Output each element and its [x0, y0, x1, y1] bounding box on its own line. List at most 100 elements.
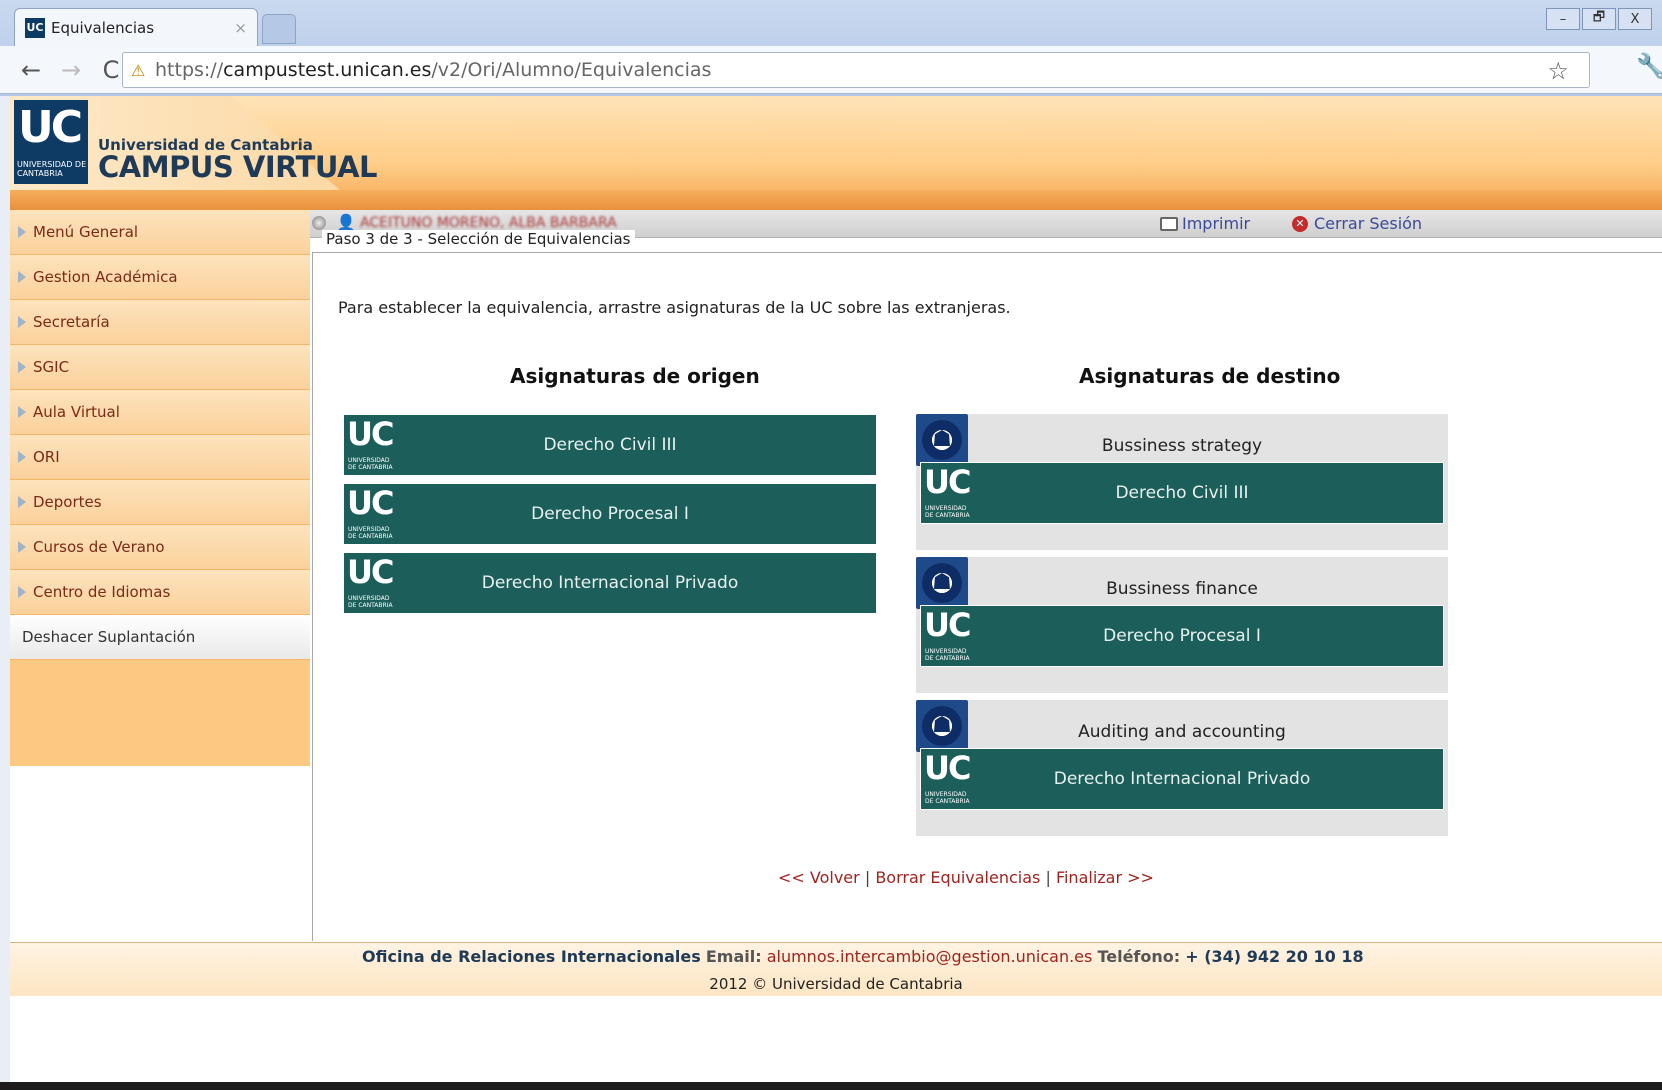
sidebar-item-label: Gestion Académica	[33, 268, 178, 286]
arrow-right-icon	[18, 226, 26, 238]
separator: |	[864, 868, 871, 887]
new-tab-button[interactable]	[262, 14, 296, 44]
subject-label: Derecho Civil III	[543, 435, 677, 455]
print-label: Imprimir	[1182, 214, 1251, 233]
restore-button[interactable]: 🗗	[1582, 8, 1616, 30]
sidebar-item-ori[interactable]: ORI	[10, 435, 310, 480]
status-dot-icon	[312, 216, 326, 230]
finish-link[interactable]: Finalizar >>	[1056, 868, 1154, 887]
sidebar-item-deshacer-suplantacion[interactable]: Deshacer Suplantación	[10, 615, 310, 660]
wrench-icon[interactable]: 🔧	[1636, 52, 1662, 80]
site-footer: Oficina de Relaciones Internacionales Em…	[10, 942, 1662, 996]
sidebar-item-label: SGIC	[33, 358, 70, 376]
destination-title: Asignaturas de destino	[1079, 364, 1341, 388]
phone-number: + (34) 942 20 10 18	[1185, 947, 1364, 966]
destination-subject-box[interactable]: ☗ Bussiness finance UC UNIVERSIDAD DE CAN…	[916, 557, 1448, 693]
close-circle-icon: ✕	[1292, 215, 1308, 232]
email-label: Email:	[705, 947, 762, 966]
tab-title: Equivalencias	[51, 18, 155, 37]
sidebar-item-label: Centro de Idiomas	[33, 583, 171, 601]
print-link[interactable]: Imprimir	[1160, 214, 1250, 233]
subject-label: Derecho Civil III	[1115, 483, 1249, 503]
footer-contact: Oficina de Relaciones Internacionales Em…	[362, 947, 1364, 966]
arrow-right-icon	[18, 316, 26, 328]
step-legend: Paso 3 de 3 - Selección de Equivalencias	[322, 230, 635, 248]
copyright: 2012 © Universidad de Cantabria	[709, 975, 963, 993]
assigned-uc-subject-card[interactable]: UC UNIVERSIDAD DE CANTABRIA Derecho Proce…	[920, 605, 1444, 667]
subject-label: Derecho Procesal I	[1103, 626, 1261, 646]
arrow-right-icon	[18, 361, 26, 373]
window-left-edge	[0, 96, 10, 1082]
browser-chrome: UC Equivalencias × – 🗗 X ← → C ⚠ https:/…	[0, 0, 1662, 96]
minimize-button[interactable]: –	[1546, 8, 1580, 30]
sidebar-item-secretaria[interactable]: Secretaría	[10, 300, 310, 345]
sidebar-item-label: Menú General	[33, 223, 139, 241]
foreign-subject-label: Bussiness strategy	[1101, 436, 1263, 456]
assigned-uc-subject-card[interactable]: UC UNIVERSIDAD DE CANTABRIA Derecho Inter…	[920, 748, 1444, 810]
arrow-right-icon	[18, 451, 26, 463]
email-link[interactable]: alumnos.intercambio@gestion.unican.es	[767, 947, 1093, 966]
sidebar-item-label: Deshacer Suplantación	[22, 628, 196, 646]
sidebar-item-gestion-academica[interactable]: Gestion Académica	[10, 255, 310, 300]
sidebar-item-sgic[interactable]: SGIC	[10, 345, 310, 390]
logout-link[interactable]: ✕ Cerrar Sesión	[1292, 214, 1422, 233]
tab-close-icon[interactable]: ×	[234, 19, 247, 37]
warning-lock-icon: ⚠	[131, 61, 146, 80]
address-bar[interactable]: ⚠ https://campustest.unican.es/v2/Ori/Al…	[122, 52, 1590, 88]
subject-label: Derecho Internacional Privado	[1053, 769, 1311, 789]
foreign-subject-label: Auditing and accounting	[1078, 722, 1286, 742]
arrow-right-icon	[18, 586, 26, 598]
sidebar-item-centro-idiomas[interactable]: Centro de Idiomas	[10, 570, 310, 615]
separator: |	[1045, 868, 1051, 887]
uc-logo[interactable]: UC UNIVERSIDAD DE CANTABRIA	[14, 100, 88, 184]
arrow-right-icon	[18, 496, 26, 508]
window-controls: – 🗗 X	[1546, 8, 1652, 30]
header-strip	[10, 190, 1662, 210]
uc-favicon-icon: UC	[25, 17, 45, 38]
reload-icon[interactable]: C	[98, 56, 124, 84]
user-name: ACEITUNO MORENO, ALBA BARBARA	[360, 215, 617, 231]
sidebar-item-label: Cursos de Verano	[33, 538, 165, 556]
printer-icon	[1160, 216, 1178, 231]
taskbar	[0, 1082, 1662, 1090]
destination-subject-box[interactable]: ☗ Auditing and accounting UC UNIVERSIDAD …	[916, 700, 1448, 836]
close-window-button[interactable]: X	[1618, 8, 1652, 30]
sidebar-item-cursos-verano[interactable]: Cursos de Verano	[10, 525, 310, 570]
subject-label: Derecho Internacional Privado	[481, 573, 739, 593]
sidebar-item-label: Secretaría	[33, 313, 110, 331]
instructions-text: Para establecer la equivalencia, arrastr…	[338, 298, 1011, 317]
back-arrow-icon[interactable]: ←	[18, 56, 44, 84]
origin-title: Asignaturas de origen	[510, 364, 760, 388]
origin-subject-card[interactable]: UC UNIVERSIDAD DE CANTABRIA Derecho Proce…	[343, 483, 877, 545]
browser-tab[interactable]: UC Equivalencias ×	[14, 8, 258, 46]
bookmark-star-icon[interactable]: ☆	[1547, 57, 1569, 85]
clear-equivalences-link[interactable]: Borrar Equivalencias	[875, 868, 1040, 887]
sidebar-item-label: Aula Virtual	[33, 403, 120, 421]
origin-subject-card[interactable]: UC UNIVERSIDAD DE CANTABRIA Derecho Inter…	[343, 552, 877, 614]
campus-title: CAMPUS VIRTUAL	[98, 150, 378, 184]
sidebar-item-deportes[interactable]: Deportes	[10, 480, 310, 525]
arrow-right-icon	[18, 406, 26, 418]
assigned-uc-subject-card[interactable]: UC UNIVERSIDAD DE CANTABRIA Derecho Civil…	[920, 462, 1444, 524]
logout-label: Cerrar Sesión	[1314, 214, 1423, 233]
arrow-right-icon	[18, 271, 26, 283]
site-header: UC UNIVERSIDAD DE CANTABRIA Universidad …	[10, 96, 1662, 210]
forward-arrow-icon[interactable]: →	[58, 56, 84, 84]
sidebar-item-label: ORI	[33, 448, 60, 466]
sidebar-item-menu-general[interactable]: Menú General	[10, 210, 310, 255]
phone-label: Teléfono:	[1097, 947, 1181, 966]
sidebar-item-aula-virtual[interactable]: Aula Virtual	[10, 390, 310, 435]
logo-subtext: UNIVERSIDAD DE CANTABRIA	[17, 160, 87, 178]
sidebar: Menú General Gestion Académica Secretarí…	[10, 210, 310, 766]
back-link[interactable]: << Volver	[778, 868, 860, 887]
foreign-subject-label: Bussiness finance	[1106, 579, 1258, 599]
office-name: Oficina de Relaciones Internacionales	[362, 947, 701, 966]
logo-letters: UC	[18, 102, 83, 153]
subject-label: Derecho Procesal I	[531, 504, 689, 524]
origin-subject-card[interactable]: UC UNIVERSIDAD DE CANTABRIA Derecho Civil…	[343, 414, 877, 476]
sidebar-item-label: Deportes	[33, 493, 102, 511]
destination-subject-box[interactable]: ☗ Bussiness strategy UC UNIVERSIDAD DE CA…	[916, 414, 1448, 550]
wizard-actions: << Volver | Borrar Equivalencias | Final…	[778, 868, 1154, 887]
browser-toolbar: ← → C ⚠ https://campustest.unican.es/v2/…	[0, 46, 1662, 94]
arrow-right-icon	[18, 541, 26, 553]
